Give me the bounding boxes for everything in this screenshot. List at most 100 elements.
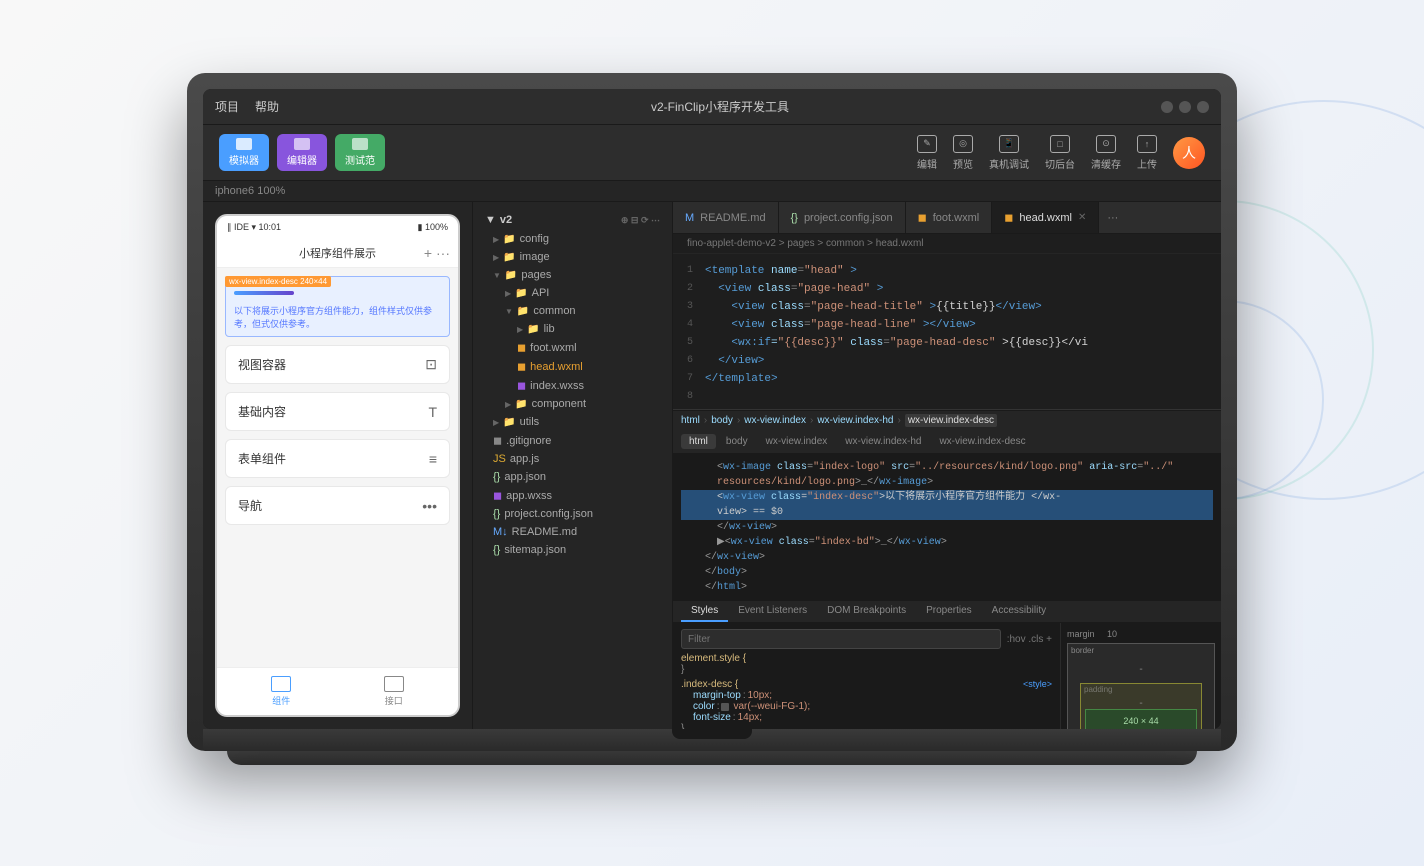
tab-readme[interactable]: M README.md [673, 202, 779, 234]
phone-title-bar: 小程序组件展示 + ··· [217, 239, 458, 268]
edit-label: 编辑 [917, 156, 937, 171]
styles-content: :hov .cls + element.style { } [673, 623, 1221, 729]
nav-components-icon [271, 676, 291, 692]
tab-head-wxml[interactable]: ◼ head.wxml ✕ [992, 202, 1099, 234]
html-line-6: ▶<wx-view class="index-bd">_</wx-view> [681, 535, 1213, 550]
debug-icon: 📱 [999, 135, 1019, 153]
file-index-wxss[interactable]: ◼ index.wxss [473, 376, 672, 395]
simulator-label: 模拟器 [229, 152, 259, 167]
toolbar-test-button[interactable]: 测试范 [335, 134, 385, 171]
styles-tab-dom[interactable]: DOM Breakpoints [817, 601, 916, 622]
toolbar-debug-action[interactable]: 📱 真机调试 [989, 135, 1029, 171]
component-item-views[interactable]: 视图容器 ⊡ [225, 345, 450, 384]
file-project-config[interactable]: {} project.config.json [473, 505, 672, 523]
tab-project-config[interactable]: {} project.config.json [779, 202, 906, 234]
folder-pages-label: pages [521, 269, 551, 281]
bm-innermost: 240 × 44 [1085, 709, 1197, 729]
menu-project[interactable]: 项目 [215, 98, 239, 115]
html-line-9: </html> [681, 580, 1213, 595]
phone-nav-components[interactable]: 组件 [271, 676, 291, 707]
folder-image[interactable]: ▶ 📁 image [473, 248, 672, 266]
toolbar-editor-button[interactable]: 编辑器 [277, 134, 327, 171]
folder-api[interactable]: ▶ 📁 API [473, 284, 672, 302]
maximize-button[interactable] [1179, 101, 1191, 113]
upload-label: 上传 [1137, 156, 1157, 171]
tree-root-label: v2 [500, 214, 512, 226]
toolbar-upload-action[interactable]: ↑ 上传 [1137, 135, 1157, 171]
toolbar-preview-action[interactable]: ◎ 预览 [953, 135, 973, 171]
file-head-wxml[interactable]: ◼ head.wxml [473, 357, 672, 376]
tab-foot-wxml[interactable]: ◼ foot.wxml [906, 202, 993, 234]
folder-pages[interactable]: ▼ 📁 pages [473, 266, 672, 284]
css-rule-index-desc: .index-desc { <style> margin-top : 10px; [681, 679, 1052, 729]
folder-lib[interactable]: ▶ 📁 lib [473, 320, 672, 338]
html-panel: html › body › wx-view.index › wx-view.in… [673, 409, 1221, 729]
bm-inner-border: padding - 240 × 44 [1080, 683, 1202, 729]
el-tag-index-hd[interactable]: wx-view.index-hd [817, 415, 893, 426]
close-button[interactable] [1197, 101, 1209, 113]
device-label: iphone6 100% [215, 185, 285, 197]
tab-overflow[interactable]: ··· [1099, 212, 1126, 224]
toolbar-right: ✎ 编辑 ◎ 预览 📱 真机调试 □ 切后台 [917, 135, 1205, 171]
el-tag-html[interactable]: html [681, 415, 700, 426]
styles-tab-props[interactable]: Properties [916, 601, 982, 622]
toolbar-clear-action[interactable]: ⊙ 清缓存 [1091, 135, 1121, 171]
styles-tab-styles[interactable]: Styles [681, 601, 728, 622]
filter-input[interactable] [681, 629, 1001, 649]
el-tag-index-desc[interactable]: wx-view.index-desc [905, 414, 997, 427]
styles-tab-event[interactable]: Event Listeners [728, 601, 817, 622]
nav-components-label: 组件 [272, 694, 290, 707]
code-editor[interactable]: 1 <template name="head" > 2 [673, 254, 1221, 409]
panel-tab-wx-index[interactable]: wx-view.index [758, 434, 836, 449]
user-avatar[interactable]: 人 [1173, 137, 1205, 169]
folder-icon: 📁 [515, 399, 527, 410]
minimize-button[interactable] [1161, 101, 1173, 113]
nav-api-label: 接口 [385, 694, 403, 707]
tab-close-icon[interactable]: ✕ [1078, 212, 1086, 223]
ide-window: 项目 帮助 v2-FinClip小程序开发工具 [203, 89, 1221, 729]
folder-config[interactable]: ▶ 📁 config [473, 230, 672, 248]
folder-common[interactable]: ▼ 📁 common [473, 302, 672, 320]
component-content-label: 基础内容 [238, 403, 286, 420]
styles-tab-access[interactable]: Accessibility [982, 601, 1056, 622]
file-app-wxss[interactable]: ◼ app.wxss [473, 486, 672, 505]
file-readme[interactable]: M↓ README.md [473, 523, 672, 541]
bg-label: 切后台 [1045, 156, 1075, 171]
phone-nav-api[interactable]: 接口 [384, 676, 404, 707]
clear-label: 清缓存 [1091, 156, 1121, 171]
component-item-content[interactable]: 基础内容 T [225, 392, 450, 431]
file-head-wxml-label: head.wxml [530, 361, 583, 373]
file-gitignore[interactable]: ◼ .gitignore [473, 431, 672, 450]
file-app-json[interactable]: {} app.json [473, 468, 672, 486]
component-item-nav[interactable]: 导航 ••• [225, 486, 450, 525]
phone-plus-icon: + [424, 245, 432, 261]
menu-help[interactable]: 帮助 [255, 98, 279, 115]
file-app-js[interactable]: JS app.js [473, 450, 672, 468]
box-model-panel: margin 10 border - padding [1061, 623, 1221, 729]
toolbar-background-action[interactable]: □ 切后台 [1045, 135, 1075, 171]
folder-utils[interactable]: ▶ 📁 utils [473, 413, 672, 431]
el-tag-body[interactable]: body [711, 415, 733, 426]
phone-status-bar: ∥ IDE ▾ 10:01 ▮ 100% [217, 216, 458, 239]
component-item-form[interactable]: 表单组件 ≡ [225, 439, 450, 478]
color-dot [721, 703, 729, 711]
file-icon: ◼ [517, 341, 526, 354]
css-source-link[interactable]: <style> [1023, 679, 1052, 690]
toolbar: 模拟器 编辑器 测试范 ✎ [203, 125, 1221, 181]
panel-tab-wx-hd[interactable]: wx-view.index-hd [837, 434, 929, 449]
simulator-icon [236, 138, 252, 150]
folder-component[interactable]: ▶ 📁 component [473, 395, 672, 413]
file-foot-wxml[interactable]: ◼ foot.wxml [473, 338, 672, 357]
toolbar-edit-action[interactable]: ✎ 编辑 [917, 135, 937, 171]
panel-tab-html[interactable]: html [681, 434, 716, 449]
folder-lib-label: lib [544, 323, 555, 335]
panel-tab-body[interactable]: body [718, 434, 756, 449]
panel-tab-wx-desc[interactable]: wx-view.index-desc [931, 434, 1033, 449]
test-label: 测试范 [345, 152, 375, 167]
el-tag-index[interactable]: wx-view.index [744, 415, 806, 426]
css-selector-index-desc: .index-desc { [681, 679, 738, 690]
title-bar-center: v2-FinClip小程序开发工具 [279, 98, 1161, 115]
file-sitemap[interactable]: {} sitemap.json [473, 541, 672, 559]
toolbar-simulator-button[interactable]: 模拟器 [219, 134, 269, 171]
folder-icon: 📁 [515, 288, 527, 299]
